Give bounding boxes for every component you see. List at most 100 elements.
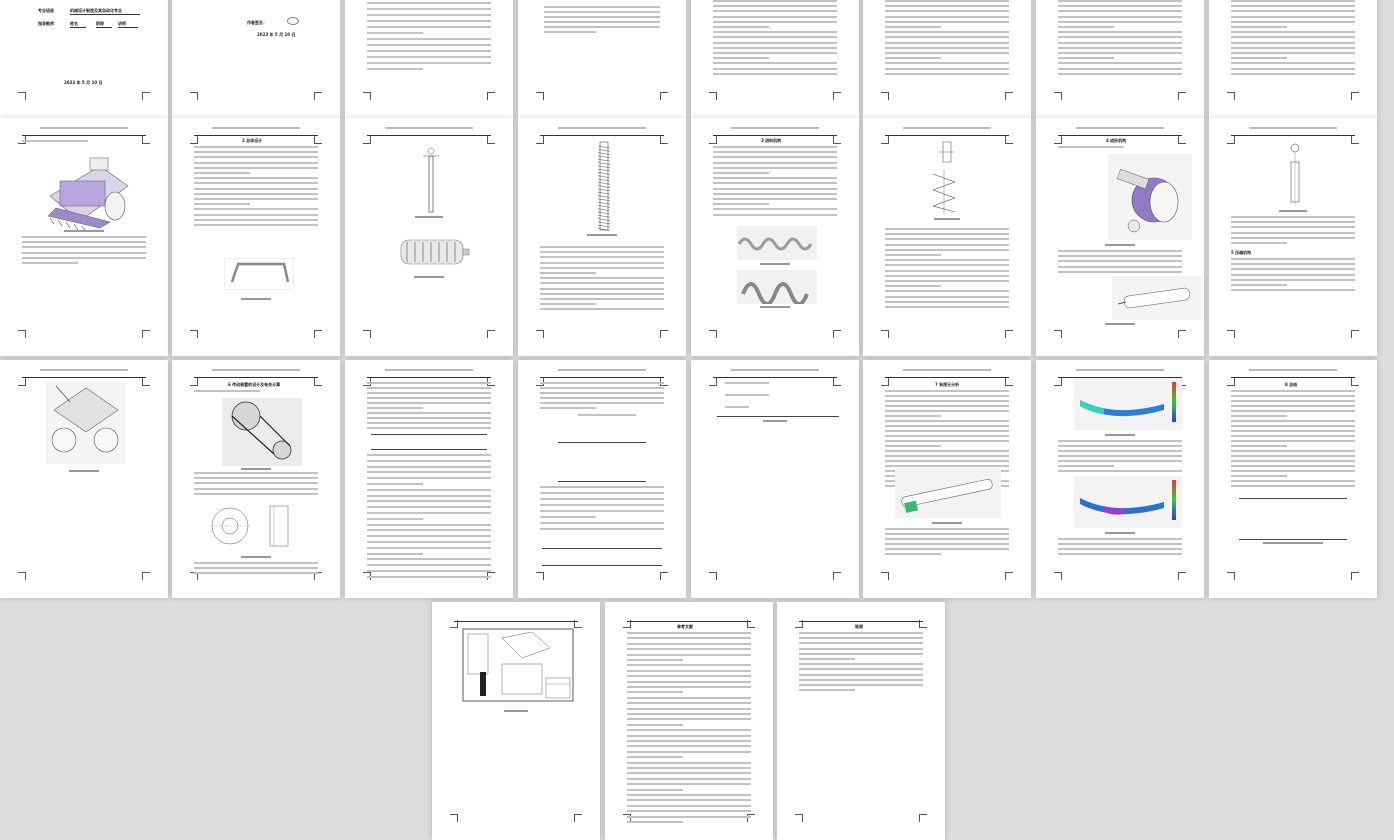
crop-mark [1178,136,1186,144]
document-page[interactable] [691,360,859,598]
document-page[interactable] [1209,0,1377,118]
page-header-text [731,127,819,129]
document-page[interactable] [863,0,1031,118]
page-header-text [212,127,300,129]
crop-mark [314,378,322,386]
crop-mark [18,330,26,338]
document-page[interactable] [432,602,600,840]
data-table [542,548,662,566]
document-page[interactable] [345,0,513,118]
crop-mark [1005,378,1013,386]
page-header-rule [194,374,318,378]
document-page[interactable] [691,0,859,118]
crop-mark [190,136,198,144]
crop-mark [363,330,371,338]
crop-mark [1351,330,1359,338]
page-header-rule [1231,132,1355,136]
crop-mark [190,378,198,386]
crop-mark [1178,92,1186,100]
crop-mark [709,378,717,386]
auger-figure-2 [737,270,817,306]
page-header-text [558,369,646,371]
document-page[interactable]: 6 传动装置的设计及有关计算 [172,360,340,598]
section-heading: 2 总体设计 [242,138,263,143]
crop-mark [833,330,841,338]
document-page[interactable]: 5 压缩机构 [1209,118,1377,356]
fea-model-figure [895,468,1001,518]
cover-field: 职称 [96,21,112,28]
stress-contour-figure [1074,378,1182,430]
shaft-drawing-figure [1283,140,1307,208]
shaft-drawing-figure [421,146,441,216]
crop-mark [881,136,889,144]
signature-line: 作者签名： [247,20,267,25]
document-page[interactable] [863,118,1031,356]
crop-mark [1054,572,1062,580]
roller-shaft-figure [1112,276,1202,320]
document-page[interactable]: 4 成形机构 [1036,118,1204,356]
document-page[interactable]: 致谢 [777,602,945,840]
document-page[interactable] [345,118,513,356]
crop-mark [1351,572,1359,580]
document-page[interactable] [1036,360,1204,598]
document-page[interactable] [518,118,686,356]
section-heading: 4 成形机构 [1106,138,1127,143]
page-header-rule [194,132,318,136]
document-page[interactable]: 8 总结 [1209,360,1377,598]
crop-mark [833,136,841,144]
crop-mark [574,814,582,822]
page-header-rule [799,618,923,622]
document-page[interactable]: 参考文献 [605,602,773,840]
crop-mark [660,572,668,580]
crop-mark [709,136,717,144]
document-page[interactable]: 专业班级 机械设计制造及其自动化专业 指导教师 姓名 职称 讲师 2023 年 5 月 10… [0,0,168,118]
cover-field: 专业班级 [38,8,54,13]
document-page[interactable] [0,118,168,356]
crop-mark [142,136,150,144]
crop-mark [18,378,26,386]
document-page[interactable]: 3 进料机构 [691,118,859,356]
crop-mark [536,572,544,580]
crop-mark [660,330,668,338]
document-page[interactable]: 2 总体设计 [172,118,340,356]
crop-mark [142,92,150,100]
section-heading: 致谢 [855,624,863,629]
crop-mark [833,92,841,100]
page-header-text [1076,127,1164,129]
page-header-rule [367,132,491,136]
crop-mark [881,572,889,580]
spiral-shaft-figure [594,140,614,234]
crop-mark [18,572,26,580]
section-heading: 6 传动装置的设计及有关计算 [228,382,281,387]
document-page[interactable] [518,0,686,118]
cover-field: 指导教师 [38,21,54,26]
crop-mark [1054,92,1062,100]
document-page[interactable] [1036,0,1204,118]
crop-mark [190,330,198,338]
document-page[interactable]: 作者签名： 2023 年 5 月 10 日 [172,0,340,118]
cover-field: 讲师 [118,21,138,28]
page-header-text [1249,369,1337,371]
crop-mark [487,92,495,100]
crop-mark [881,330,889,338]
helix-drawing-figure [929,170,963,214]
signature-scribble [287,17,299,25]
page-header-rule [454,618,578,622]
crop-mark [142,572,150,580]
displacement-contour-figure [1074,476,1182,528]
crop-mark [363,92,371,100]
page-header-text [212,369,300,371]
section-heading: 8 总结 [1285,382,1298,387]
document-page[interactable] [345,360,513,598]
section-heading: 7 有限元分析 [935,382,960,387]
page-header-rule [713,132,837,136]
document-page[interactable] [0,360,168,598]
data-table [371,434,487,450]
page-header-rule [540,374,664,378]
crop-mark [1054,136,1062,144]
crop-mark [1351,378,1359,386]
document-page[interactable] [518,360,686,598]
crop-mark [1054,330,1062,338]
detail-drawing-figure [933,140,963,168]
document-page[interactable]: 7 有限元分析 [863,360,1031,598]
